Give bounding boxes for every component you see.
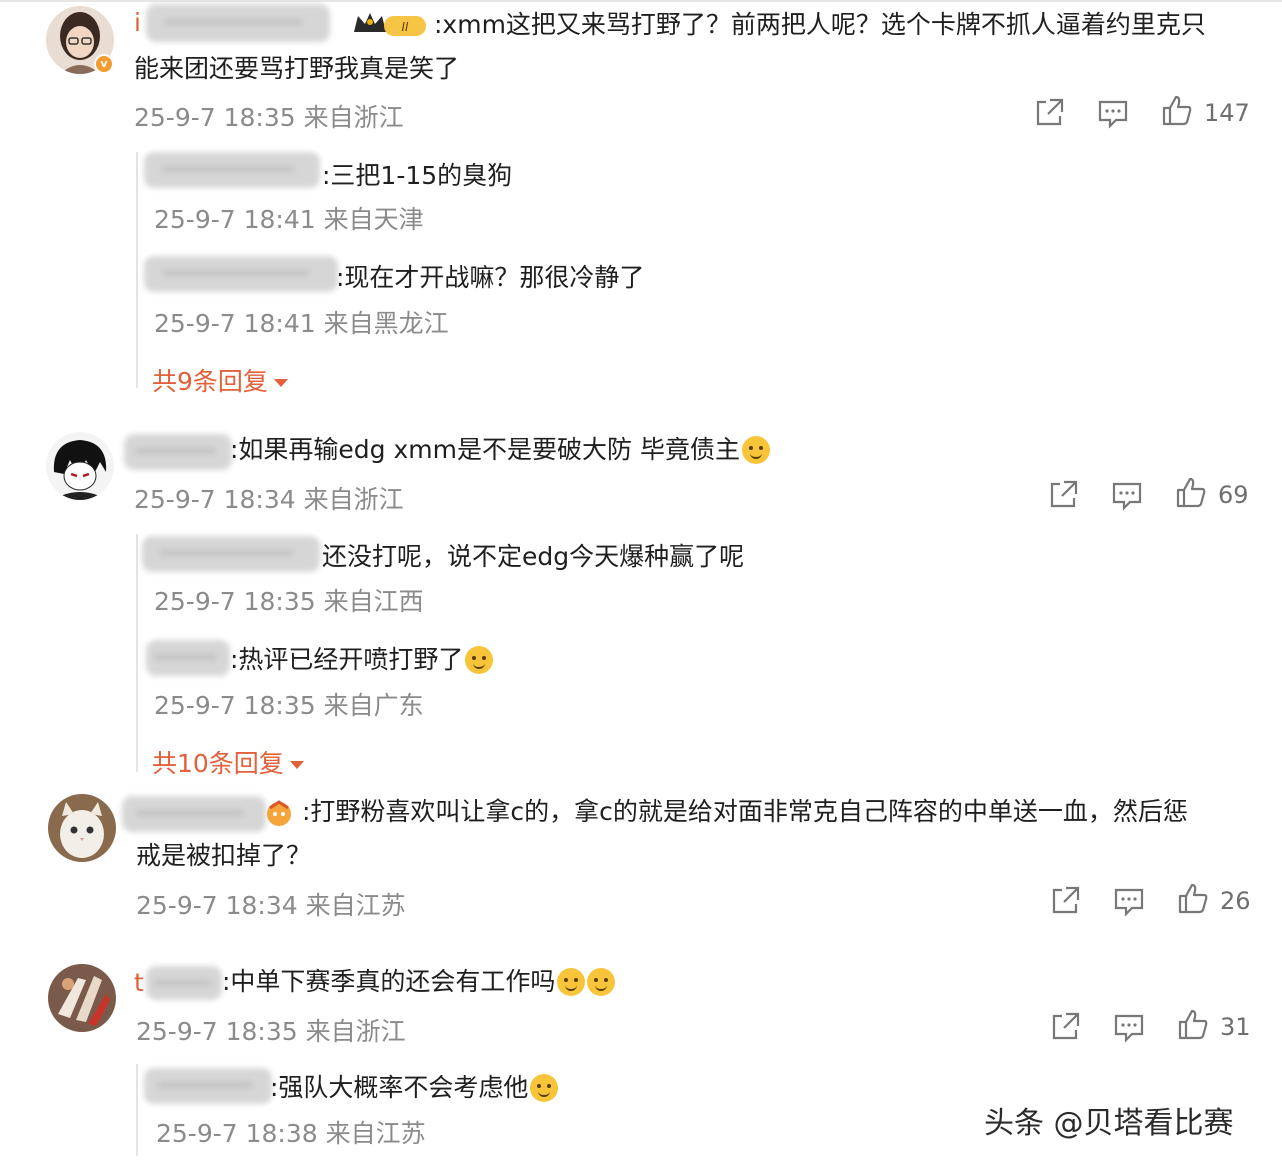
comment-meta: 25-9-7 18:35 来自浙江 [136, 1017, 406, 1046]
watermark-label: 头条 @贝塔看比赛 [984, 1106, 1234, 1141]
reply-meta: 25-9-7 18:38 来自江苏 [156, 1119, 426, 1148]
like-count: 26 [1220, 887, 1251, 915]
reply-meta: 25-9-7 18:41 来自天津 [154, 205, 424, 234]
comment-icon[interactable] [1112, 884, 1146, 918]
reply-thread-line [136, 534, 138, 772]
username-redacted [122, 796, 266, 832]
comment-icon[interactable] [1110, 478, 1144, 512]
like-count: 69 [1218, 481, 1249, 509]
comment-meta: 25-9-7 18:35 来自浙江 [134, 103, 404, 132]
laugh-cry-emoji-icon [587, 968, 616, 996]
fan-badge-icon [267, 800, 291, 826]
share-icon[interactable] [1048, 884, 1082, 918]
username-fragment: t [134, 968, 144, 997]
comment-icon[interactable] [1096, 96, 1130, 130]
share-icon[interactable] [1046, 478, 1080, 512]
thumbs-up-icon[interactable] [1176, 1008, 1210, 1042]
laugh-cry-emoji-icon [557, 968, 586, 996]
reply-username-redacted [142, 536, 320, 572]
more-replies-label: 共9条回复 [152, 367, 268, 396]
reply-text-body: :热评已经开喷打野了 [230, 645, 464, 674]
username-redacted [124, 434, 232, 470]
vip-crown-badge-icon: II [354, 13, 426, 36]
reply-username-redacted [144, 152, 320, 188]
comment-text: :打野粉喜欢叫让拿c的，拿c的就是给对面非常克自己阵容的中单送一血，然后惩 [302, 797, 1188, 826]
comment-icon[interactable] [1112, 1010, 1146, 1044]
smirk-emoji-icon [741, 436, 770, 464]
reply-thread-line [136, 152, 138, 388]
reply-text: :热评已经开喷打野了 [230, 640, 494, 676]
username-redacted [146, 966, 222, 1000]
comment-meta: 25-9-7 18:34 来自江苏 [136, 891, 406, 920]
more-replies-label: 共10条回复 [152, 749, 284, 778]
verified-badge-icon [94, 54, 114, 74]
reply-text-body: :强队大概率不会考虑他 [270, 1073, 529, 1102]
grin-sweat-emoji-icon [530, 1074, 559, 1102]
reply-text: :三把1-15的臭狗 [322, 161, 513, 190]
thumbs-up-icon[interactable] [1174, 476, 1208, 510]
comment-meta: 25-9-7 18:34 来自浙江 [134, 485, 404, 514]
thumbs-up-icon[interactable] [1176, 882, 1210, 916]
comment-text-body: :如果再输edg xmm是不是要破大防 毕竟债主 [230, 435, 740, 464]
reply-text: :现在才开战嘛？那很冷静了 [336, 263, 645, 292]
username-redacted [146, 4, 330, 42]
reply-meta: 25-9-7 18:41 来自黑龙江 [154, 309, 449, 338]
reply-username-redacted [146, 640, 230, 676]
reply-meta: 25-9-7 18:35 来自江西 [154, 587, 424, 616]
thumbs-up-icon[interactable] [1160, 94, 1194, 128]
username-fragment: i [134, 8, 141, 37]
like-count: 147 [1204, 99, 1250, 127]
reply-username-redacted [144, 256, 338, 292]
thinking-emoji-icon [465, 646, 494, 674]
more-replies-link[interactable]: 共10条回复 [152, 744, 304, 780]
comment-text: :xmm这把又来骂打野了？前两把人呢？选个卡牌不抓人逼着约里克只 [434, 10, 1206, 39]
chevron-down-icon [289, 761, 304, 769]
reply-text: :强队大概率不会考虑他 [270, 1068, 559, 1104]
reply-text: 还没打呢，说不定edg今天爆种赢了呢 [322, 542, 745, 571]
reply-thread-line [136, 1064, 138, 1156]
reply-username-redacted [144, 1068, 272, 1104]
comment-text: :中单下赛季真的还会有工作吗 [222, 960, 616, 1004]
comment-text-continued: 能来团还要骂打野我真是笑了 [134, 54, 460, 83]
more-replies-link[interactable]: 共9条回复 [152, 362, 288, 398]
svg-text:II: II [401, 20, 409, 34]
share-icon[interactable] [1048, 1010, 1082, 1044]
chevron-down-icon [273, 379, 288, 387]
reply-meta: 25-9-7 18:35 来自广东 [154, 691, 424, 720]
share-icon[interactable] [1032, 96, 1066, 130]
comment-text-continued: 戒是被扣掉了？ [136, 841, 312, 870]
avatar[interactable] [48, 964, 116, 1032]
top-border [0, 0, 1282, 2]
comment-text: :如果再输edg xmm是不是要破大防 毕竟债主 [230, 428, 770, 472]
avatar[interactable] [46, 432, 114, 500]
avatar[interactable] [48, 794, 116, 862]
comment-text-body: :中单下赛季真的还会有工作吗 [222, 967, 556, 996]
like-count: 31 [1220, 1013, 1251, 1041]
